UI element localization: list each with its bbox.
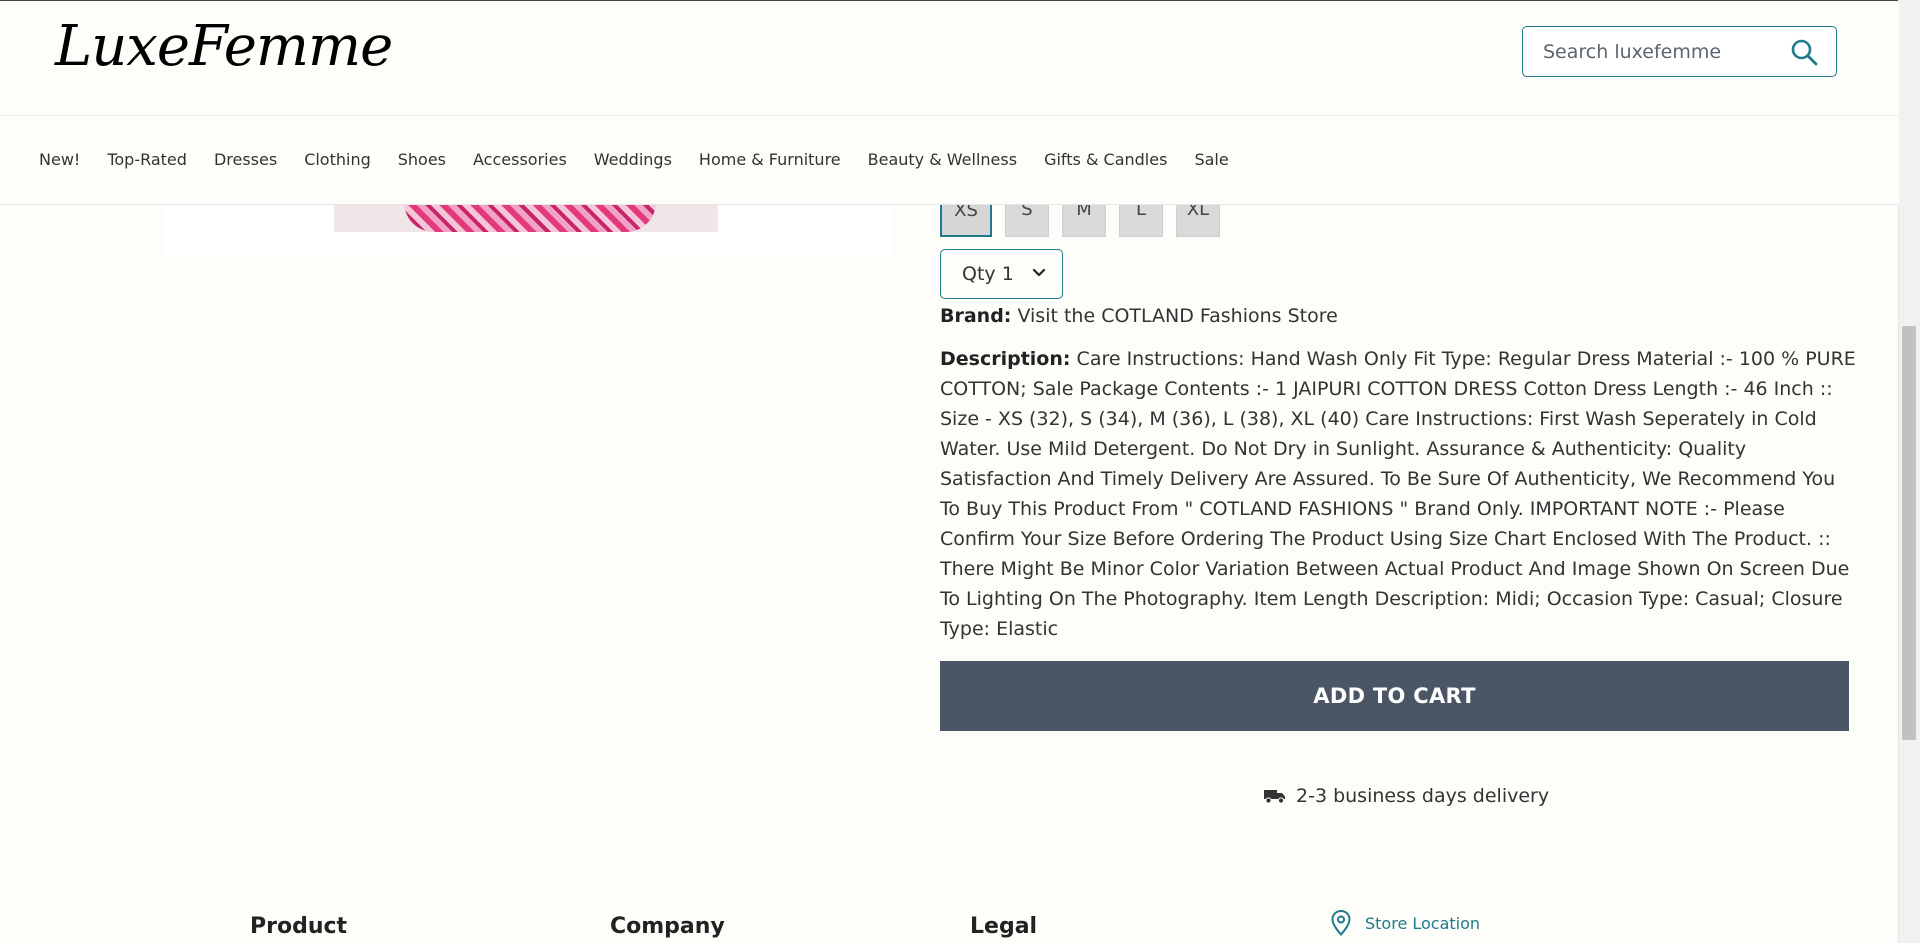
site-header: LuxeFemme: [0, 1, 1899, 116]
delivery-text: 2-3 business days delivery: [1296, 785, 1550, 807]
chevron-down-icon: [1032, 268, 1046, 277]
page-scrollbar[interactable]: [1898, 0, 1920, 943]
footer-heading-legal: Legal: [970, 914, 1038, 939]
add-to-cart-button[interactable]: ADD TO CART: [940, 661, 1849, 731]
logo-text: LuxeFemme: [55, 14, 393, 79]
search-box: [1522, 26, 1837, 77]
brand-line: Brand: Visit the COTLAND Fashions Store: [940, 305, 1338, 327]
delivery-info: 2-3 business days delivery: [1264, 785, 1549, 807]
logo[interactable]: LuxeFemme: [55, 19, 393, 75]
nav-item-sale[interactable]: Sale: [1194, 150, 1228, 169]
description-label: Description:: [940, 348, 1071, 370]
nav-item-clothing[interactable]: Clothing: [304, 150, 371, 169]
brand-store-link[interactable]: Visit the COTLAND Fashions Store: [1017, 305, 1337, 327]
search-input[interactable]: [1541, 37, 1785, 67]
quantity-label: Qty 1: [962, 263, 1014, 285]
nav-item-shoes[interactable]: Shoes: [398, 150, 446, 169]
description-text: Care Instructions: Hand Wash Only Fit Ty…: [940, 348, 1856, 640]
truck-icon: [1264, 790, 1285, 804]
brand-label: Brand:: [940, 305, 1012, 327]
store-location-link[interactable]: Store Location: [1331, 910, 1480, 936]
quantity-select[interactable]: Qty 1: [940, 249, 1063, 299]
nav-item-home-furniture[interactable]: Home & Furniture: [699, 150, 841, 169]
nav-item-weddings[interactable]: Weddings: [594, 150, 672, 169]
product-description: Description: Care Instructions: Hand Was…: [940, 344, 1858, 644]
search-icon[interactable]: [1790, 38, 1818, 66]
nav-item-gifts-candles[interactable]: Gifts & Candles: [1044, 150, 1167, 169]
footer-heading-company: Company: [610, 914, 725, 939]
footer-heading-product: Product: [250, 914, 348, 939]
scrollbar-thumb[interactable]: [1902, 326, 1916, 740]
nav-item-new[interactable]: New!: [39, 150, 80, 169]
nav-item-top-rated[interactable]: Top-Rated: [107, 150, 187, 169]
nav-item-beauty-wellness[interactable]: Beauty & Wellness: [868, 150, 1017, 169]
nav-item-dresses[interactable]: Dresses: [214, 150, 277, 169]
store-location-label: Store Location: [1365, 913, 1481, 933]
main-nav: New! Top-Rated Dresses Clothing Shoes Ac…: [0, 116, 1899, 205]
map-pin-icon: [1331, 910, 1351, 936]
nav-item-accessories[interactable]: Accessories: [473, 150, 567, 169]
